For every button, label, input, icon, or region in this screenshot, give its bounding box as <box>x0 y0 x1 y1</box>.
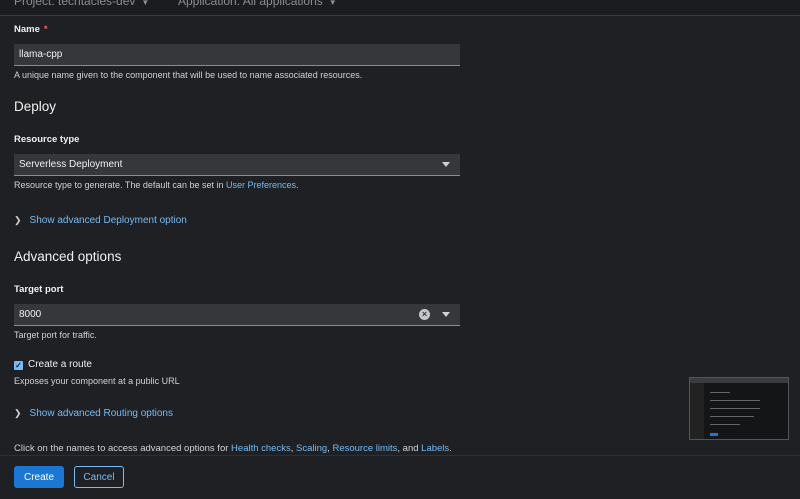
name-label: Name * <box>14 24 48 35</box>
scaling-link[interactable]: Scaling <box>296 443 327 454</box>
user-preferences-link[interactable]: User Preferences <box>226 180 296 190</box>
labels-link[interactable]: Labels <box>421 443 449 454</box>
target-port-value: 8000 <box>19 309 42 320</box>
application-selector[interactable]: Application: All applications ▼ <box>178 0 337 8</box>
resource-type-label: Resource type <box>14 134 80 145</box>
times-circle-icon[interactable]: × <box>419 309 430 320</box>
create-route-label[interactable]: Create a route <box>28 359 92 370</box>
chevron-right-icon: ❯ <box>14 215 22 225</box>
form-footer: Create Cancel <box>0 455 800 499</box>
caret-down-icon <box>442 162 450 167</box>
required-mark: * <box>43 24 48 35</box>
thumbnail-line <box>710 424 740 425</box>
advanced-options-heading: Advanced options <box>14 249 122 264</box>
caret-down-icon[interactable] <box>442 312 450 317</box>
target-port-helper: Target port for traffic. <box>14 330 97 340</box>
name-input[interactable]: llama-cpp <box>14 44 460 66</box>
thumbnail-topbar <box>690 378 788 383</box>
advanced-options-help-text: Click on the names to access advanced op… <box>14 443 452 454</box>
thumbnail-line <box>710 400 760 401</box>
caret-down-icon: ▼ <box>328 0 337 7</box>
thumbnail-button <box>710 433 718 436</box>
thumbnail-sidebar <box>690 383 704 439</box>
thumbnail-line <box>710 416 754 417</box>
create-route-checkbox[interactable]: ✓ <box>14 361 23 370</box>
deploy-heading: Deploy <box>14 99 57 114</box>
create-button[interactable]: Create <box>14 466 64 488</box>
project-selector[interactable]: Project: techtacles-dev ▼ <box>14 0 149 8</box>
create-route-helper: Exposes your component at a public URL <box>14 376 180 386</box>
project-selector-label: Project: techtacles-dev <box>14 0 136 8</box>
resource-type-value: Serverless Deployment <box>19 159 123 170</box>
health-checks-link[interactable]: Health checks <box>231 443 291 454</box>
target-port-input[interactable]: 8000 × <box>14 304 460 326</box>
screenshot-thumbnail[interactable] <box>689 377 789 440</box>
resource-type-helper: Resource type to generate. The default c… <box>14 180 299 190</box>
show-advanced-deployment-toggle[interactable]: ❯ Show advanced Deployment option <box>14 215 187 226</box>
target-port-label: Target port <box>14 284 64 295</box>
thumbnail-line <box>710 392 730 393</box>
application-selector-label: Application: All applications <box>178 0 323 8</box>
chevron-right-icon: ❯ <box>14 408 22 418</box>
thumbnail-line <box>710 408 760 409</box>
resource-type-select[interactable]: Serverless Deployment <box>14 154 460 176</box>
cancel-button[interactable]: Cancel <box>74 466 124 488</box>
show-advanced-routing-toggle[interactable]: ❯ Show advanced Routing options <box>14 408 173 419</box>
top-context-bar: Project: techtacles-dev ▼ Application: Al… <box>0 0 800 16</box>
resource-limits-link[interactable]: Resource limits <box>332 443 397 454</box>
check-icon: ✓ <box>15 361 22 370</box>
name-helper-text: A unique name given to the component tha… <box>14 70 363 80</box>
caret-down-icon: ▼ <box>141 0 150 7</box>
